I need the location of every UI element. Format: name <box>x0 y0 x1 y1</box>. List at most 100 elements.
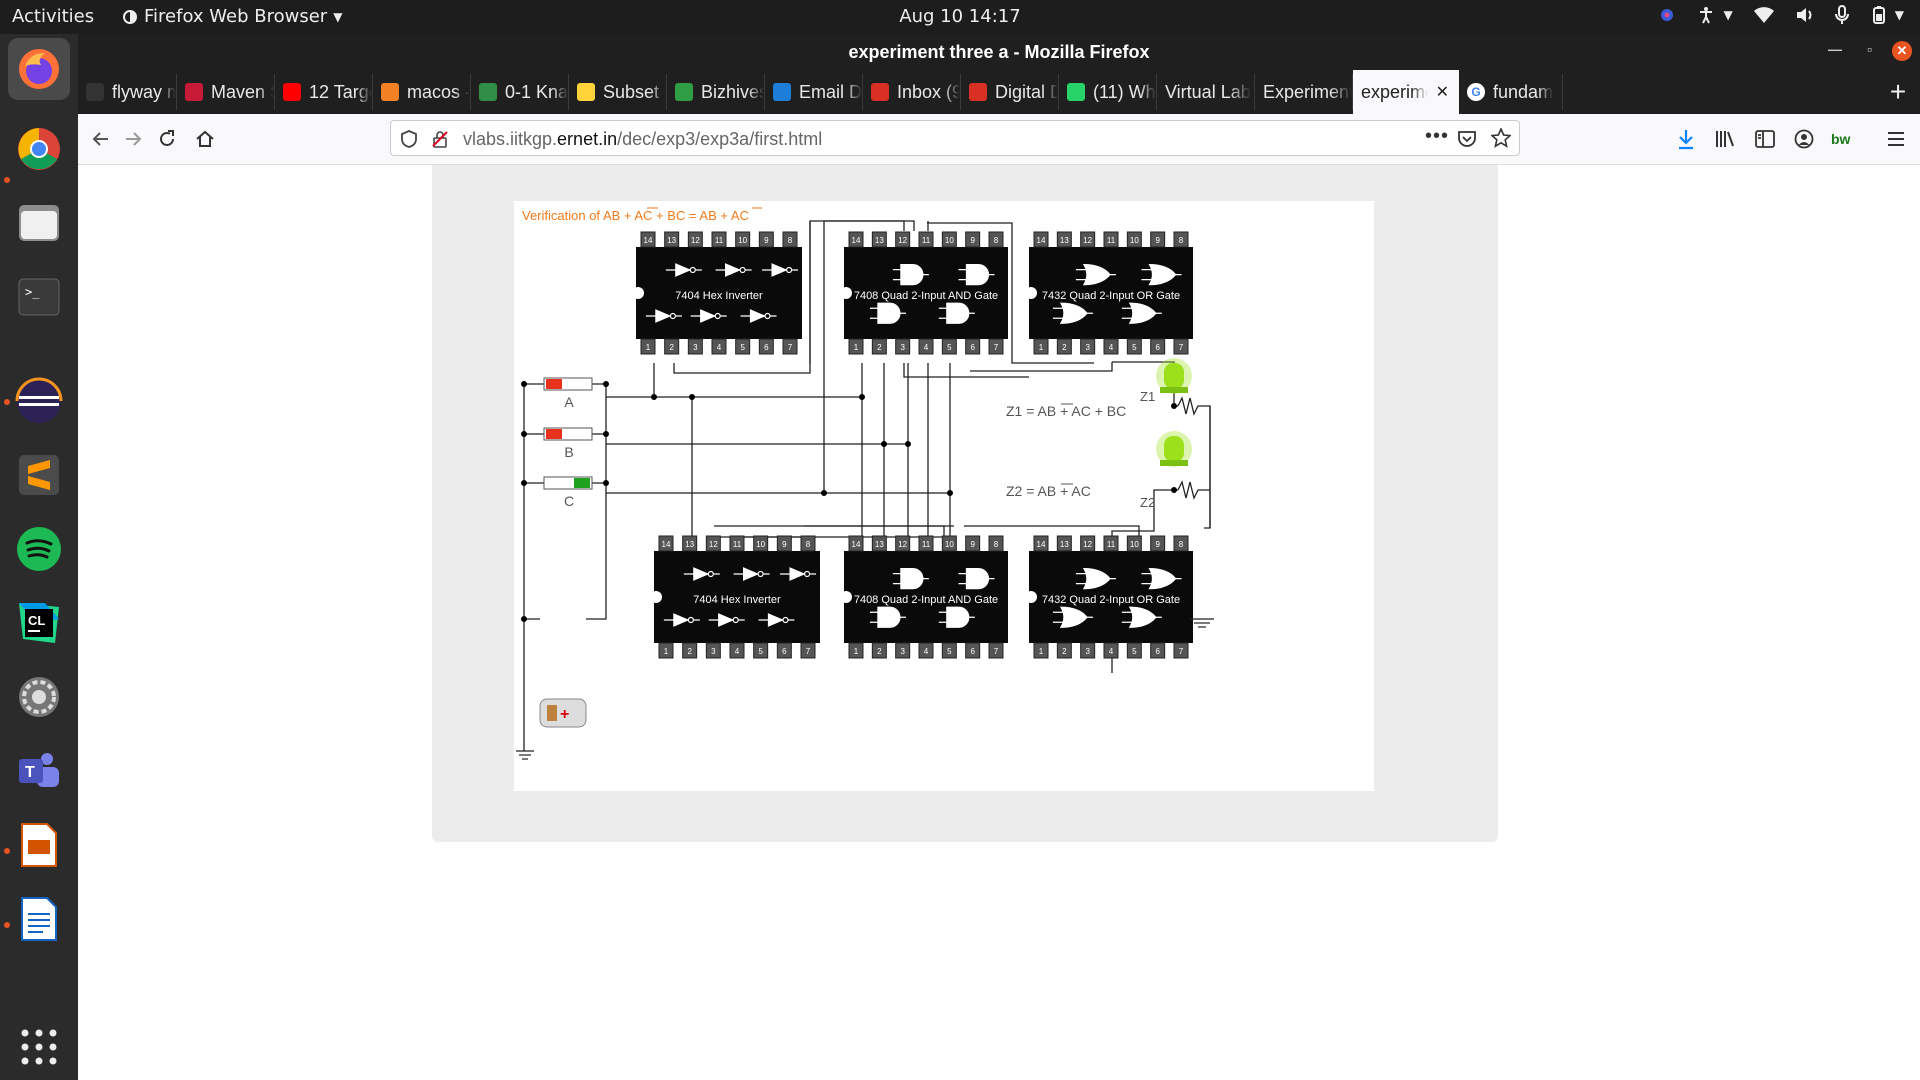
address-bar[interactable]: vlabs.iitkgp.ernet.in/dec/exp3/exp3a/fir… <box>390 120 1520 156</box>
tab[interactable]: Maven S <box>177 74 275 110</box>
tab[interactable]: Email De <box>765 74 863 110</box>
library-button[interactable] <box>1712 126 1738 152</box>
bizhives-icon <box>675 83 693 101</box>
pin-number: 12 <box>898 540 907 549</box>
close-window-button[interactable]: ✕ <box>1892 41 1912 61</box>
show-applications-button[interactable] <box>8 1016 70 1078</box>
tab[interactable]: flyway m <box>78 74 177 110</box>
url-path: /dec/exp3/exp3a/first.html <box>617 129 823 149</box>
dock-eclipse[interactable] <box>8 370 70 432</box>
title-bar: experiment three a - Mozilla Firefox — ▫… <box>78 34 1920 70</box>
close-tab-icon[interactable]: ✕ <box>1436 82 1449 102</box>
tab[interactable]: Bizhives <box>667 74 765 110</box>
extension-button[interactable]: bw <box>1830 126 1856 152</box>
pin-number: 4 <box>924 647 929 656</box>
stackoverflow-icon <box>381 83 399 101</box>
tab[interactable]: Virtual Lab <box>1157 74 1255 110</box>
dock-sublime[interactable] <box>8 444 70 506</box>
dock-firefox[interactable] <box>8 38 70 100</box>
dock-impress[interactable] <box>8 814 70 876</box>
tab-label: (11) Wh <box>1093 81 1156 102</box>
pin-number: 14 <box>1037 236 1046 245</box>
wire <box>861 363 951 537</box>
pocket-icon[interactable] <box>1457 129 1477 149</box>
chip-label: 7408 Quad 2-Input AND Gate <box>854 290 998 302</box>
switch-b[interactable]: B <box>543 427 593 460</box>
switch-label: C <box>564 493 574 509</box>
tab[interactable]: Subset s <box>569 74 667 110</box>
tab[interactable]: Experiment <box>1255 74 1353 110</box>
pin-number: 11 <box>1107 540 1116 549</box>
pin-number: 1 <box>1039 343 1044 352</box>
dock-spotify[interactable] <box>8 518 70 580</box>
tab[interactable]: Digital D <box>961 74 1059 110</box>
tab[interactable]: Gfundam <box>1459 74 1563 110</box>
ic-chip[interactable]: 14 13 12 11 10 9 81 2 3 4 5 6 77432 Quad 2-Input OR … <box>1025 535 1193 659</box>
back-button[interactable] <box>88 126 114 152</box>
account-button[interactable] <box>1791 126 1817 152</box>
pin-number: 10 <box>738 236 747 245</box>
pin-number: 6 <box>970 647 975 656</box>
dock-writer[interactable] <box>8 888 70 950</box>
ic-chip[interactable]: 14 13 12 11 10 9 81 2 3 4 5 6 77432 Quad 2-Input OR … <box>1025 231 1193 355</box>
ic-chip[interactable]: 14 13 12 11 10 9 81 2 3 4 5 6 77408 Quad 2-Input AND… <box>840 231 1008 355</box>
battery-plus-icon: + <box>560 706 569 723</box>
pin-number: 14 <box>644 236 653 245</box>
pin-number: 10 <box>1130 540 1139 549</box>
dock-teams[interactable]: T <box>8 740 70 802</box>
pin-number: 6 <box>782 647 787 656</box>
pin-number: 6 <box>1155 647 1160 656</box>
reload-button[interactable] <box>154 126 180 152</box>
pin-number: 8 <box>1179 540 1184 549</box>
dock-files[interactable] <box>8 192 70 254</box>
battery[interactable]: + <box>539 698 587 728</box>
led-z1 <box>1156 358 1192 394</box>
minimize-button[interactable]: — <box>1828 41 1842 57</box>
tab[interactable]: experime ✕ <box>1353 70 1459 114</box>
ic-chip[interactable]: 14 13 12 11 10 9 81 2 3 4 5 6 77404 Hex Inverter <box>632 231 802 355</box>
pin-number: 5 <box>947 343 952 352</box>
tab-label: experime <box>1361 81 1428 102</box>
pin-number: 1 <box>854 647 859 656</box>
tab[interactable]: (11) Wh <box>1059 74 1157 110</box>
new-tab-button[interactable]: + <box>1882 76 1914 108</box>
tab[interactable]: macos - <box>373 74 471 110</box>
wire-junction <box>603 381 609 387</box>
system-tray[interactable]: ▼ ▼ <box>1658 5 1904 25</box>
switch-knob <box>546 379 562 389</box>
dock-clion[interactable]: CL <box>8 592 70 654</box>
home-button[interactable] <box>192 126 218 152</box>
pin-number: 13 <box>1060 540 1069 549</box>
maximize-button[interactable]: ▫ <box>1867 41 1872 57</box>
pin-number: 1 <box>1039 647 1044 656</box>
tab[interactable]: 12 Targe <box>275 74 373 110</box>
svg-text:>_: >_ <box>25 285 40 299</box>
clock[interactable]: Aug 10 14:17 <box>899 6 1020 27</box>
switch-c[interactable]: C <box>543 476 593 509</box>
whatsapp-icon <box>1067 83 1085 101</box>
activities-button[interactable]: Activities <box>12 6 94 27</box>
bookmark-star-icon[interactable] <box>1491 128 1511 148</box>
forward-button[interactable] <box>120 126 146 152</box>
pin-number: 13 <box>685 540 694 549</box>
wire <box>734 525 1140 538</box>
gmail-icon <box>969 83 987 101</box>
menu-button[interactable] <box>1883 126 1909 152</box>
dock-settings[interactable] <box>8 666 70 728</box>
ic-chip[interactable]: 14 13 12 11 10 9 81 2 3 4 5 6 77408 Quad 2-Input AND… <box>840 535 1008 659</box>
sidebar-button[interactable] <box>1752 126 1778 152</box>
ic-chip[interactable]: 14 13 12 11 10 9 81 2 3 4 5 6 77404 Hex Inverter <box>650 535 820 659</box>
page-actions-button[interactable]: ••• <box>1425 125 1449 148</box>
app-menu[interactable]: Firefox Web Browser ▼ <box>122 6 342 27</box>
switch-a[interactable]: A <box>543 377 593 410</box>
tab-label: Experiment <box>1263 81 1352 102</box>
tab[interactable]: 0-1 Knap <box>471 74 569 110</box>
dock-terminal[interactable]: >_ <box>8 266 70 328</box>
files-icon <box>19 205 59 241</box>
dock-chrome[interactable] <box>8 118 70 180</box>
led-z2 <box>1156 431 1192 467</box>
chip-notch <box>1025 591 1037 603</box>
downloads-button[interactable] <box>1673 126 1699 152</box>
tab[interactable]: Inbox (9 <box>863 74 961 110</box>
chrome-icon <box>18 128 60 170</box>
